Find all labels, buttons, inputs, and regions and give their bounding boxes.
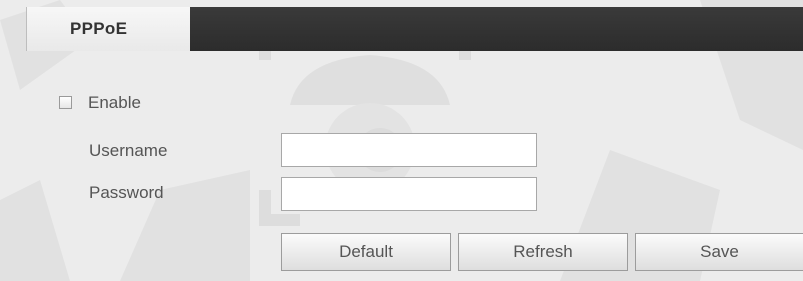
tab-pppoe-label: PPPoE	[70, 19, 128, 38]
enable-checkbox[interactable]	[59, 96, 72, 109]
password-label: Password	[89, 183, 164, 202]
enable-label: Enable	[88, 93, 141, 112]
tab-bar-background	[190, 7, 803, 51]
tab-strip: PPPoE	[0, 7, 803, 51]
password-input[interactable]	[281, 177, 537, 211]
save-button[interactable]: Save	[635, 233, 803, 271]
default-button[interactable]: Default	[281, 233, 451, 271]
pppoe-settings-page: PPPoE Enable Username Password Default R…	[0, 0, 803, 281]
refresh-button[interactable]: Refresh	[458, 233, 628, 271]
username-label: Username	[89, 141, 168, 160]
username-input[interactable]	[281, 133, 537, 167]
tab-pppoe[interactable]: PPPoE	[26, 7, 190, 51]
